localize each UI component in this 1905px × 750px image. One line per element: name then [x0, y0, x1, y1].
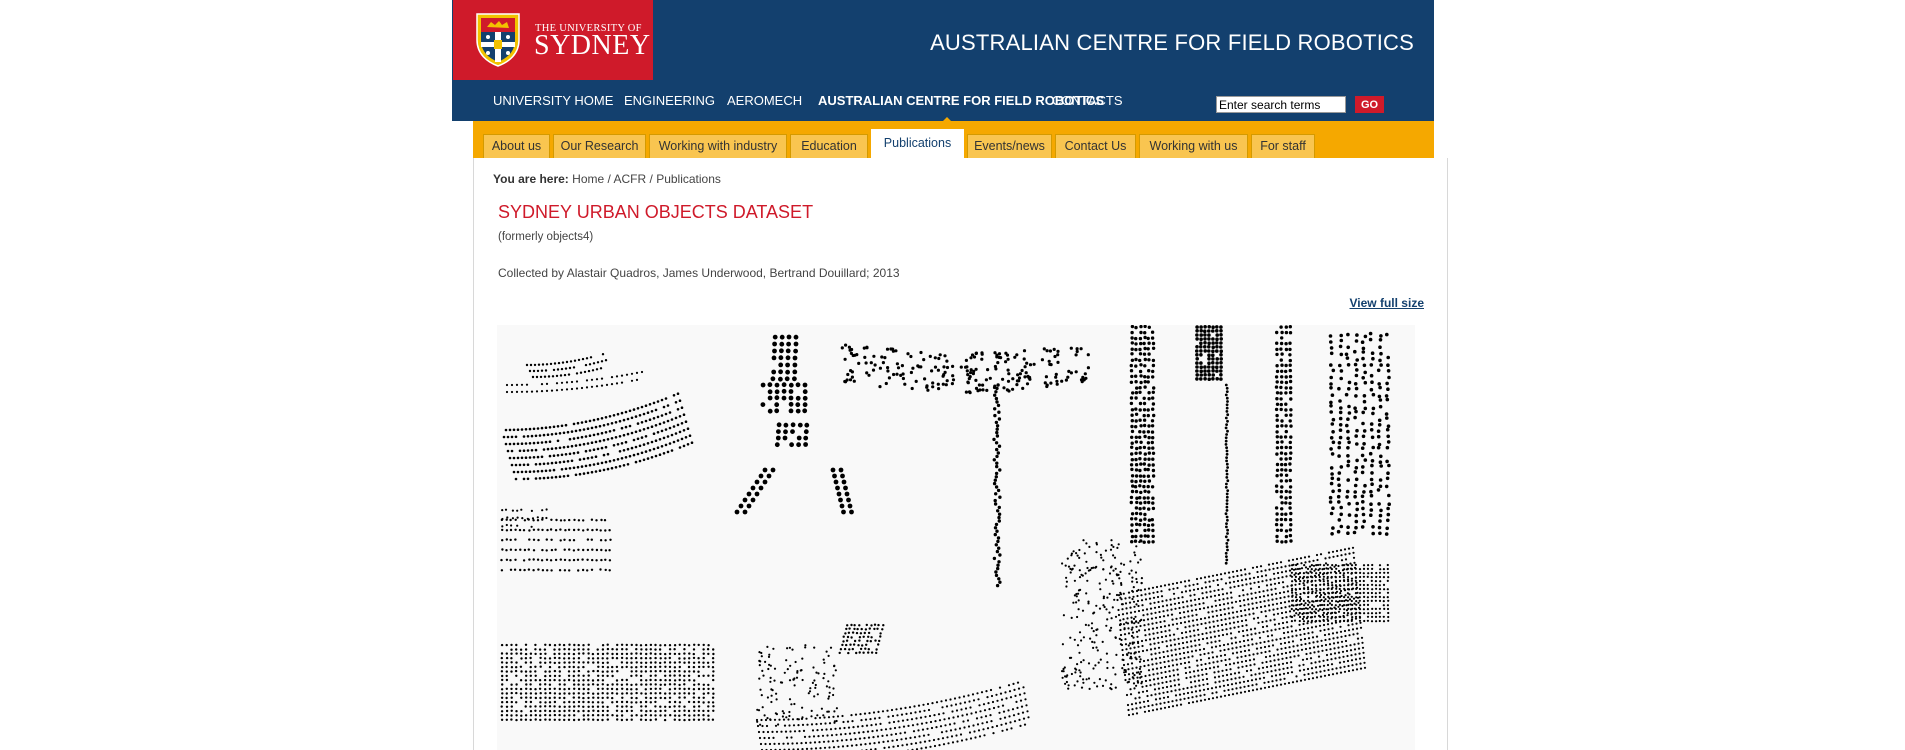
tab-for-staff[interactable]: For staff: [1251, 134, 1315, 158]
tab-working-with-us[interactable]: Working with us: [1139, 134, 1248, 158]
tab-publications[interactable]: Publications: [871, 129, 964, 158]
university-logo[interactable]: THE UNIVERSITY OF SYDNEY: [453, 0, 653, 80]
tab-working-with-industry[interactable]: Working with industry: [649, 134, 787, 158]
breadcrumb-home[interactable]: Home: [572, 172, 604, 186]
tab-events-news[interactable]: Events/news: [967, 134, 1052, 158]
search-input[interactable]: [1216, 96, 1346, 113]
breadcrumb: You are here: Home / ACFR / Publications: [493, 172, 721, 186]
topnav-engineering[interactable]: ENGINEERING: [624, 93, 715, 108]
topnav-university-home[interactable]: UNIVERSITY HOME: [493, 93, 613, 108]
breadcrumb-acfr[interactable]: ACFR: [614, 172, 647, 186]
point-cloud-graphic: [500, 325, 1391, 750]
tab-contact-us[interactable]: Contact Us: [1055, 134, 1136, 158]
breadcrumb-separator: /: [604, 172, 614, 186]
topnav-contacts[interactable]: CONTACTS: [1052, 93, 1123, 108]
breadcrumb-separator: /: [646, 172, 657, 186]
search-go-button[interactable]: GO: [1355, 96, 1384, 113]
page-container: THE UNIVERSITY OF SYDNEY AUSTRALIAN CENT…: [452, 0, 1450, 750]
page-title: SYDNEY URBAN OBJECTS DATASET: [498, 202, 814, 222]
site-title: AUSTRALIAN CENTRE FOR FIELD ROBOTICS: [930, 30, 1414, 55]
collected-by-text: Collected by Alastair Quadros, James Und…: [498, 266, 900, 280]
logo-line-2: SYDNEY: [534, 30, 651, 61]
breadcrumb-publications: Publications: [656, 172, 721, 186]
dataset-point-cloud-image[interactable]: [497, 325, 1415, 750]
page-subtitle: (formerly objects4): [498, 231, 594, 243]
view-full-size-link[interactable]: View full size: [1350, 296, 1424, 310]
tab-our-research[interactable]: Our Research: [553, 134, 646, 158]
university-crest-icon: [476, 13, 520, 67]
tab-about-us[interactable]: About us: [483, 134, 550, 158]
point-cloud-dots: [500, 325, 1391, 750]
breadcrumb-label: You are here:: [493, 172, 569, 186]
tab-education[interactable]: Education: [790, 134, 868, 158]
topnav-aeromech[interactable]: AEROMECH: [727, 93, 802, 108]
